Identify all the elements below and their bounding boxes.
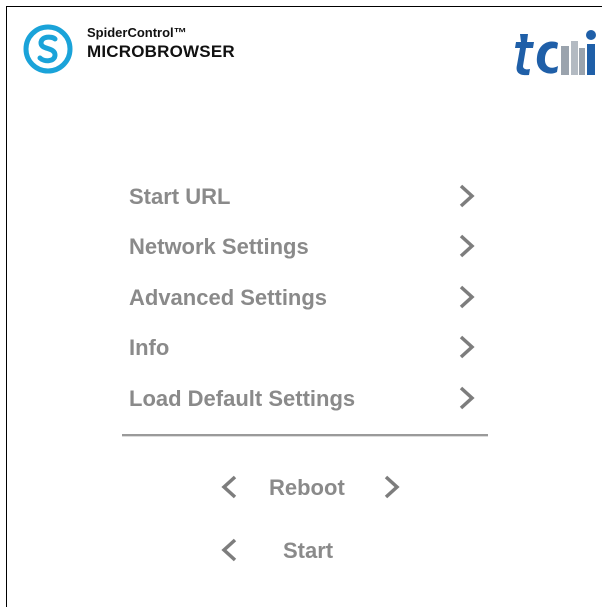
- menu-item-info[interactable]: Info: [129, 327, 479, 367]
- brand-product: MICROBROWSER: [87, 42, 235, 61]
- menu-item-label: Load Default Settings: [129, 386, 356, 411]
- menu-item-label: Start URL: [129, 184, 231, 209]
- menu-item-start-url[interactable]: Start URL: [129, 176, 479, 216]
- menu-item-label: Advanced Settings: [129, 285, 328, 310]
- chevron-right-icon: [459, 234, 475, 258]
- reboot-button[interactable]: Reboot: [216, 467, 406, 507]
- reboot-label: Reboot: [269, 475, 345, 500]
- menu-item-label: Info: [129, 335, 170, 360]
- brand-text: SpiderControl™ MICROBROWSER: [87, 24, 235, 62]
- menu-item-advanced-settings[interactable]: Advanced Settings: [129, 277, 479, 317]
- brand-name: SpiderControl™: [87, 25, 187, 40]
- start-label: Start: [283, 538, 334, 563]
- menu-item-network-settings[interactable]: Network Settings: [129, 226, 479, 266]
- chevron-right-icon: [459, 335, 475, 359]
- chevron-right-icon: [459, 386, 475, 410]
- tci-logo-icon: [515, 30, 596, 76]
- chevron-right-icon: [459, 285, 475, 309]
- menu-item-load-default-settings[interactable]: Load Default Settings: [129, 378, 479, 418]
- chevron-right-icon: [384, 475, 400, 499]
- chevron-left-icon: [221, 538, 237, 562]
- menu-divider: [122, 434, 488, 437]
- chevron-right-icon: [459, 184, 475, 208]
- chevron-left-icon: [221, 475, 237, 499]
- menu-item-label: Network Settings: [129, 234, 309, 259]
- start-button[interactable]: Start: [216, 530, 356, 570]
- spidercontrol-logo-icon: [23, 24, 73, 74]
